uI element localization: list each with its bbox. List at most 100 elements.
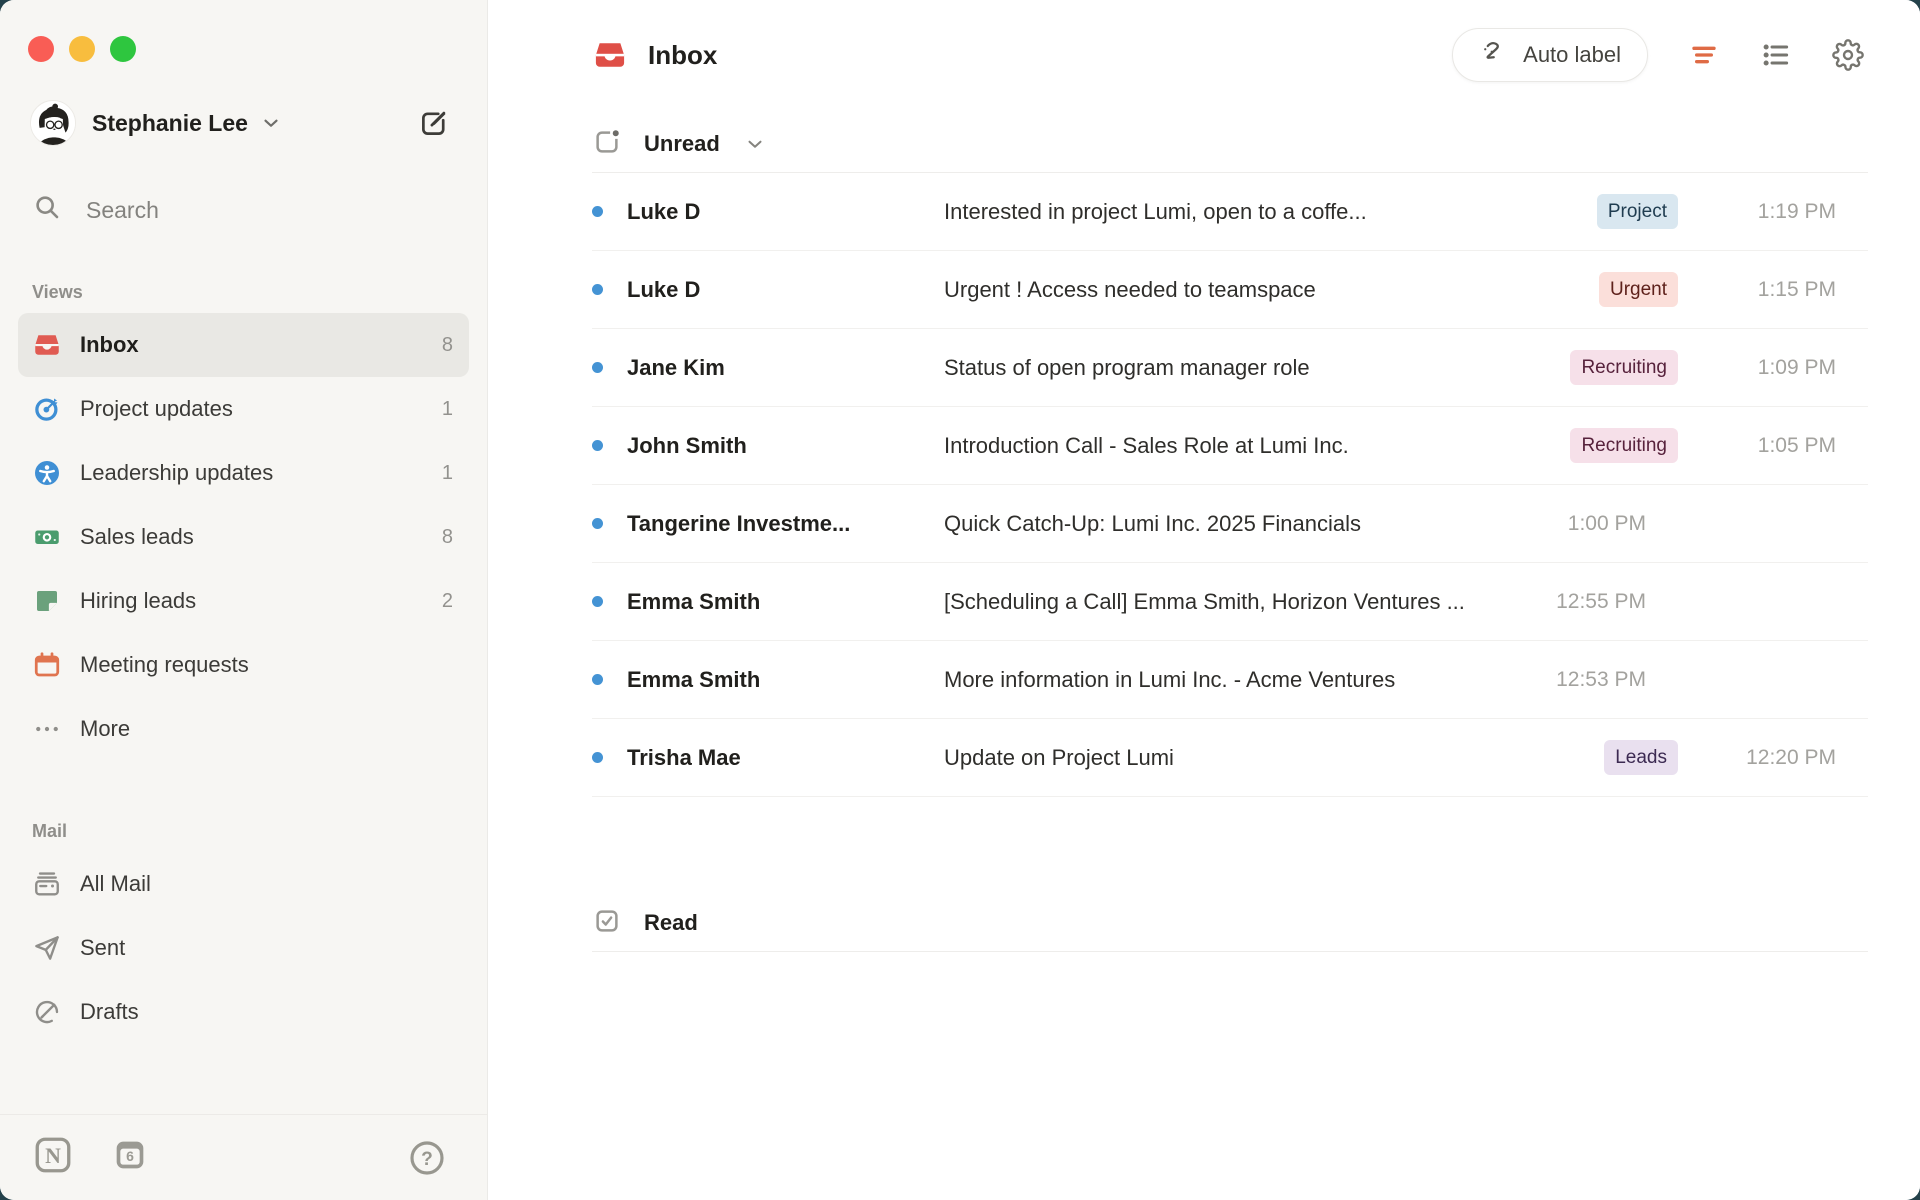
email-row[interactable]: Luke D Urgent ! Access needed to teamspa… [592,251,1868,329]
zoom-window-button[interactable] [110,36,136,62]
email-label-badge[interactable]: Leads [1604,740,1678,775]
drafts-icon [32,997,62,1027]
sidebar-item-count: 2 [442,590,453,613]
email-label-badge[interactable]: Recruiting [1570,428,1678,463]
email-label-badge[interactable]: Project [1597,194,1678,229]
inbox-icon [592,37,628,73]
account-switcher[interactable]: Stephanie Lee [30,100,451,146]
inbox-icon [32,330,62,360]
mail-nav: All Mail Sent [0,852,487,1044]
sidebar-item-inbox[interactable]: Inbox 8 [18,313,469,377]
sidebar-item-sales-leads[interactable]: Sales leads 8 [18,505,469,569]
filter-icon[interactable] [1688,39,1720,71]
sidebar-item-more[interactable]: More [18,697,469,761]
email-subject: Interested in project Lumi, open to a co… [944,199,1597,225]
email-time: 1:09 PM [1678,356,1868,380]
email-row[interactable]: Tangerine Investme... Quick Catch-Up: Lu… [592,485,1868,563]
all-mail-icon [32,869,62,899]
email-subject: Update on Project Lumi [944,745,1604,771]
email-sender: Emma Smith [608,667,944,693]
auto-label-button[interactable]: Auto label [1452,28,1648,82]
sidebar-item-label: Sales leads [80,524,194,550]
sidebar-item-label: All Mail [80,871,151,897]
svg-text:?: ? [421,1149,433,1170]
header-actions: Auto label [1452,28,1864,82]
avatar [30,100,76,146]
email-row[interactable]: Emma Smith More information in Lumi Inc.… [592,641,1868,719]
unread-dot [592,284,603,295]
notion-calendar-icon[interactable]: 6 [110,1135,150,1180]
email-subject: Introduction Call - Sales Role at Lumi I… [944,433,1570,459]
email-label-badge[interactable]: Recruiting [1570,350,1678,385]
email-sender: Emma Smith [608,589,944,615]
target-icon [32,394,62,424]
compose-button[interactable] [417,106,451,140]
views-section-label: Views [32,282,487,303]
auto-label-label: Auto label [1523,42,1621,68]
email-row[interactable]: John Smith Introduction Call - Sales Rol… [592,407,1868,485]
email-time: 12:53 PM [1556,668,1678,692]
notion-logo-icon[interactable]: N [32,1134,74,1181]
email-row[interactable]: Emma Smith [Scheduling a Call] Emma Smit… [592,563,1868,641]
unread-dot [592,362,603,373]
minimize-window-button[interactable] [69,36,95,62]
sidebar-item-label: Leadership updates [80,460,273,486]
email-time: 1:15 PM [1678,278,1868,302]
sidebar-item-project-updates[interactable]: Project updates 1 [18,377,469,441]
search-placeholder: Search [86,197,159,224]
email-sender: Luke D [608,277,944,303]
unread-group-title: Unread [644,131,720,157]
sidebar-item-label: More [80,716,130,742]
help-icon[interactable]: ? [407,1138,447,1178]
sidebar: Stephanie Lee Search Views [0,0,488,1200]
email-row[interactable]: Jane Kim Status of open program manager … [592,329,1868,407]
svg-text:6: 6 [126,1148,134,1164]
close-window-button[interactable] [28,36,54,62]
sidebar-item-drafts[interactable]: Drafts [18,980,469,1044]
calendar-icon [32,650,62,680]
unread-group-header[interactable]: Unread [592,122,1868,166]
email-sender: Trisha Mae [608,745,944,771]
sidebar-item-label: Hiring leads [80,588,196,614]
sidebar-footer: N 6 ? [0,1114,487,1200]
views-nav: Inbox 8 Project updates 1 [0,313,487,761]
search-icon [32,192,62,228]
sidebar-item-count: 1 [442,398,453,421]
page-title: Inbox [648,40,717,71]
email-subject: Status of open program manager role [944,355,1570,381]
search-field[interactable]: Search [32,192,451,228]
sidebar-item-hiring-leads[interactable]: Hiring leads 2 [18,569,469,633]
settings-gear-icon[interactable] [1832,39,1864,71]
sidebar-item-count: 8 [442,334,453,357]
email-time: 1:19 PM [1678,200,1868,224]
money-icon [32,522,62,552]
svg-text:N: N [45,1144,61,1168]
sidebar-item-label: Drafts [80,999,139,1025]
email-time: 1:00 PM [1568,512,1678,536]
sidebar-item-sent[interactable]: Sent [18,916,469,980]
unread-dot [592,752,603,763]
sidebar-item-leadership-updates[interactable]: Leadership updates 1 [18,441,469,505]
sidebar-item-count: 8 [442,526,453,549]
sidebar-item-all-mail[interactable]: All Mail [18,852,469,916]
email-row[interactable]: Trisha Mae Update on Project Lumi Leads … [592,719,1868,797]
sidebar-item-meeting-requests[interactable]: Meeting requests [18,633,469,697]
email-subject: Quick Catch-Up: Lumi Inc. 2025 Financial… [944,511,1568,537]
email-time: 12:55 PM [1556,590,1678,614]
unread-icon [592,127,622,162]
email-row[interactable]: Luke D Interested in project Lumi, open … [592,173,1868,251]
read-group-header[interactable]: Read [592,901,1868,945]
email-time: 12:20 PM [1678,746,1868,770]
list-view-icon[interactable] [1760,39,1792,71]
read-group-title: Read [644,910,698,936]
main-content: Inbox Auto label [488,0,1920,1200]
email-label-badge[interactable]: Urgent [1599,272,1678,307]
main-header: Inbox Auto label [488,0,1920,82]
unread-dot [592,206,603,217]
mail-section-label: Mail [32,821,487,842]
unread-dot [592,440,603,451]
chevron-down-icon [260,112,282,134]
mail-app-window: Stephanie Lee Search Views [0,0,1920,1200]
sidebar-item-label: Meeting requests [80,652,249,678]
sent-icon [32,933,62,963]
